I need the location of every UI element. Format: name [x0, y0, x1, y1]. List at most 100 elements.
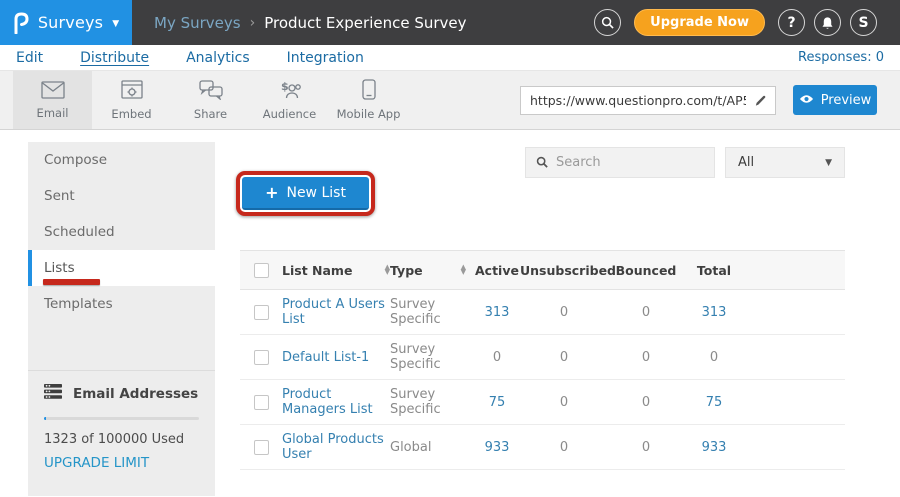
- column-header-total: Total: [684, 263, 744, 278]
- header-actions: Upgrade Now ? S: [594, 9, 900, 36]
- new-list-button[interactable]: + New List: [242, 177, 369, 210]
- unsubscribed-count[interactable]: 0: [520, 305, 608, 320]
- select-all-checkbox[interactable]: [254, 263, 269, 278]
- row-checkbox[interactable]: [254, 395, 269, 410]
- tab-analytics[interactable]: Analytics: [186, 50, 250, 66]
- list-name-link[interactable]: Product Managers List: [282, 387, 390, 417]
- table-row: Product A Users List Survey Specific 313…: [240, 290, 845, 335]
- active-count[interactable]: 933: [474, 440, 520, 455]
- email-addresses-section: Email Addresses 1323 of 100000 Used UPGR…: [28, 370, 215, 484]
- list-type: Survey Specific: [390, 342, 466, 372]
- total-count[interactable]: 933: [684, 440, 744, 455]
- survey-url-input[interactable]: [521, 93, 752, 108]
- list-search-input[interactable]: [556, 155, 704, 170]
- tab-edit[interactable]: Edit: [16, 50, 43, 66]
- table-header-row: List Name ▲▼ Type ▲▼ Active Unsubscribed…: [240, 250, 845, 290]
- notifications-bell-icon[interactable]: [814, 9, 841, 36]
- preview-button[interactable]: Preview: [793, 85, 877, 115]
- sidebar-item-lists[interactable]: Lists: [28, 250, 215, 286]
- bounced-count[interactable]: 0: [608, 305, 684, 320]
- sidebar-item-templates[interactable]: Templates: [28, 286, 215, 322]
- lists-panel: All ▼ + New List List Name ▲▼: [240, 130, 845, 178]
- tool-audience[interactable]: $ Audience: [250, 71, 329, 129]
- sidebar-item-compose[interactable]: Compose: [28, 142, 215, 178]
- sort-icon[interactable]: ▲▼: [461, 265, 466, 275]
- usage-text: 1323 of 100000 Used: [44, 432, 199, 447]
- upgrade-limit-link[interactable]: UPGRADE LIMIT: [44, 455, 149, 471]
- tool-share[interactable]: Share: [171, 71, 250, 129]
- tool-email[interactable]: Email: [13, 71, 92, 129]
- total-count[interactable]: 0: [684, 350, 744, 365]
- section-tabs: Edit Distribute Analytics Integration Re…: [0, 45, 900, 71]
- active-count[interactable]: 75: [474, 395, 520, 410]
- tool-embed[interactable]: Embed: [92, 71, 171, 129]
- edit-pencil-icon[interactable]: [752, 94, 775, 107]
- tab-distribute[interactable]: Distribute: [80, 50, 149, 66]
- active-count[interactable]: 0: [474, 350, 520, 365]
- top-header: Surveys ▼ My Surveys › Product Experienc…: [0, 0, 900, 45]
- column-header-list-name: List Name: [282, 263, 352, 278]
- red-underline-annotation: [43, 279, 100, 285]
- product-name: Surveys: [38, 13, 103, 32]
- total-count[interactable]: 313: [684, 305, 744, 320]
- list-type: Survey Specific: [390, 387, 466, 417]
- table-row: Product Managers List Survey Specific 75…: [240, 380, 845, 425]
- column-header-bounced: Bounced: [608, 263, 684, 278]
- list-filter-dropdown[interactable]: All ▼: [725, 147, 845, 178]
- help-icon[interactable]: ?: [778, 9, 805, 36]
- tool-mobile-app[interactable]: Mobile App: [329, 71, 408, 129]
- row-checkbox[interactable]: [254, 350, 269, 365]
- red-box-annotation: + New List: [236, 171, 375, 216]
- email-sidebar: Compose Sent Scheduled Lists Templates E…: [28, 142, 215, 496]
- distribute-toolbar: Email Embed Share $ Audience Mobile App: [0, 71, 900, 130]
- questionpro-logo-icon: [13, 12, 29, 34]
- usage-progress-fill: [44, 417, 46, 420]
- unsubscribed-count[interactable]: 0: [520, 395, 608, 410]
- breadcrumb-current-survey: Product Experience Survey: [264, 14, 466, 32]
- sidebar-item-sent[interactable]: Sent: [28, 178, 215, 214]
- avatar[interactable]: S: [850, 9, 877, 36]
- bounced-count[interactable]: 0: [608, 350, 684, 365]
- unsubscribed-count[interactable]: 0: [520, 440, 608, 455]
- email-icon: [41, 81, 65, 103]
- toolbar-right: Preview: [520, 71, 900, 129]
- row-checkbox[interactable]: [254, 440, 269, 455]
- breadcrumb-separator-icon: ›: [250, 15, 256, 31]
- product-switcher[interactable]: Surveys ▼: [0, 0, 132, 45]
- list-name-link[interactable]: Default List-1: [282, 350, 369, 365]
- lists-table: List Name ▲▼ Type ▲▼ Active Unsubscribed…: [240, 250, 845, 470]
- content-area: Compose Sent Scheduled Lists Templates E…: [0, 130, 900, 496]
- svg-text:$: $: [281, 80, 289, 93]
- breadcrumb-my-surveys[interactable]: My Surveys: [154, 14, 241, 32]
- survey-url-box: [520, 86, 776, 115]
- list-type: Survey Specific: [390, 297, 466, 327]
- column-header-active: Active: [474, 263, 520, 278]
- list-name-link[interactable]: Global Products User: [282, 432, 390, 462]
- active-count[interactable]: 313: [474, 305, 520, 320]
- plus-icon: +: [265, 183, 278, 202]
- upgrade-now-button[interactable]: Upgrade Now: [634, 9, 765, 36]
- row-checkbox[interactable]: [254, 305, 269, 320]
- app-window: Surveys ▼ My Surveys › Product Experienc…: [0, 0, 900, 497]
- table-row: Default List-1 Survey Specific 0 0 0 0: [240, 335, 845, 380]
- bounced-count[interactable]: 0: [608, 440, 684, 455]
- chevron-down-icon: ▼: [825, 158, 832, 168]
- responses-count[interactable]: Responses: 0: [798, 50, 884, 65]
- unsubscribed-count[interactable]: 0: [520, 350, 608, 365]
- email-addresses-title: Email Addresses: [73, 386, 198, 402]
- search-icon[interactable]: [594, 9, 621, 36]
- list-name-link[interactable]: Product A Users List: [282, 297, 390, 327]
- eye-icon: [799, 93, 814, 108]
- total-count[interactable]: 75: [684, 395, 744, 410]
- list-type: Global: [390, 440, 431, 455]
- usage-progress-bar: [44, 417, 199, 420]
- tab-integration[interactable]: Integration: [287, 50, 364, 66]
- list-search-box: [525, 147, 715, 178]
- breadcrumb: My Surveys › Product Experience Survey: [154, 14, 467, 32]
- column-header-type: Type: [390, 263, 423, 278]
- table-row: Global Products User Global 933 0 0 933: [240, 425, 845, 470]
- audience-icon: $: [278, 80, 302, 104]
- sidebar-item-scheduled[interactable]: Scheduled: [28, 214, 215, 250]
- bounced-count[interactable]: 0: [608, 395, 684, 410]
- embed-icon: [121, 80, 143, 104]
